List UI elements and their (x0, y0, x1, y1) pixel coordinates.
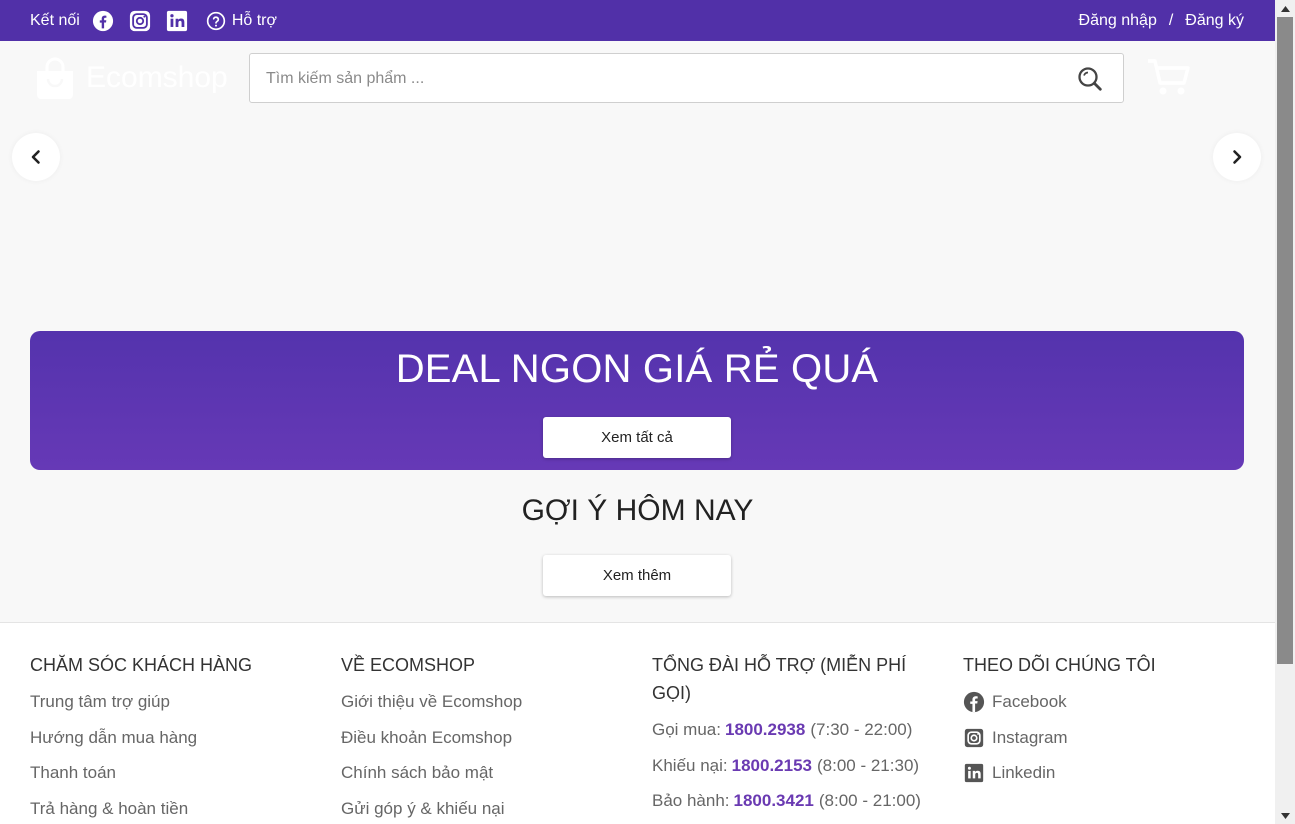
top-bar-left: Kết nối Hỗ trợ (30, 0, 277, 41)
footer-column-title: TỔNG ĐÀI HỖ TRỢ (MIỄN PHÍ GỌI) (652, 655, 907, 703)
follow-facebook-label[interactable]: Facebook (992, 690, 1067, 714)
logo-text: Ecomshop (86, 61, 228, 94)
follow-linkedin-label[interactable]: Linkedin (992, 761, 1055, 785)
footer-column-title: THEO DÕI CHÚNG TÔI (963, 655, 1156, 675)
help-label: Hỗ trợ (231, 11, 277, 29)
search-input[interactable] (266, 67, 1046, 91)
suggest-title: GỢI Ý HÔM NAY (521, 494, 754, 527)
linkedin-icon (963, 762, 985, 784)
footer-link-about[interactable]: Giới thiệu về Ecomshop (341, 692, 522, 711)
page-scrollbar[interactable] (1275, 0, 1295, 824)
connect-label: Kết nối (30, 11, 80, 29)
follow-linkedin[interactable]: Linkedin (963, 761, 1156, 797)
login-link[interactable]: Đăng nhập (1079, 12, 1157, 30)
register-link[interactable]: Đăng ký (1185, 12, 1244, 30)
footer-link-privacy[interactable]: Chính sách bảo mật (341, 763, 493, 782)
banner-carousel (0, 121, 1275, 311)
scroll-down-button[interactable] (1275, 807, 1295, 824)
header: Ecomshop (0, 41, 1275, 121)
scrollbar-thumb[interactable] (1277, 17, 1293, 664)
help-circle-icon (206, 11, 225, 30)
hotline-number[interactable]: 1800.2938 (725, 720, 805, 739)
hotline-number[interactable]: 1800.3421 (734, 791, 814, 810)
follow-facebook[interactable]: Facebook (963, 690, 1156, 726)
top-bar: Kết nối Hỗ trợ Đăng nhập / Đăng ký (0, 0, 1275, 41)
footer-column-title: CHĂM SÓC KHÁCH HÀNG (30, 655, 253, 675)
footer-column-title: VỀ ECOMSHOP (341, 655, 476, 675)
hotline-row: Gọi mua: 1800.2938 (7:30 - 22:00) (652, 720, 913, 739)
triangle-up-icon (1280, 5, 1290, 12)
deal-section: DEAL NGON GIÁ RẺ QUÁ Xem tất cả (30, 331, 1244, 470)
page: Kết nối Hỗ trợ Đăng nhập / Đăng ký Ecoms… (0, 0, 1275, 824)
instagram-icon (963, 727, 985, 749)
footer-about: VỀ ECOMSHOP Giới thiệu về Ecomshop Điều … (341, 651, 522, 824)
chevron-left-icon (31, 150, 40, 164)
facebook-icon (963, 691, 985, 713)
auth-separator: / (1168, 11, 1174, 29)
follow-instagram-label[interactable]: Instagram (992, 726, 1068, 750)
scroll-up-button[interactable] (1275, 0, 1295, 17)
logo[interactable]: Ecomshop (35, 57, 228, 99)
shopping-bag-icon (37, 57, 73, 99)
footer-link-payment[interactable]: Thanh toán (30, 763, 116, 782)
search-icon (1078, 67, 1102, 91)
search-button[interactable] (1077, 66, 1103, 92)
hotline-row: Khiếu nại: 1800.2153 (8:00 - 21:30) (652, 755, 920, 775)
carousel-prev-button[interactable] (12, 133, 60, 181)
view-all-button[interactable]: Xem tất cả (543, 417, 731, 458)
hotline-number[interactable]: 1800.2153 (732, 756, 812, 775)
help-link[interactable]: Hỗ trợ (206, 11, 277, 31)
footer: CHĂM SÓC KHÁCH HÀNG Trung tâm trợ giúp H… (0, 622, 1275, 824)
footer-link-buying-guide[interactable]: Hướng dẫn mua hàng (30, 728, 197, 747)
top-bar-right: Đăng nhập / Đăng ký (1079, 0, 1244, 41)
footer-link-terms[interactable]: Điều khoản Ecomshop (341, 728, 512, 747)
chevron-right-icon (1233, 150, 1242, 164)
instagram-icon[interactable] (129, 10, 151, 32)
facebook-icon[interactable] (92, 10, 114, 32)
hotline-row: Bảo hành: 1800.3421 (8:00 - 21:00) (652, 791, 921, 810)
footer-link-feedback[interactable]: Gửi góp ý & khiếu nại (341, 799, 505, 818)
footer-follow: THEO DÕI CHÚNG TÔI Facebook Instagram Li… (963, 651, 1156, 797)
footer-link-help-center[interactable]: Trung tâm trợ giúp (30, 692, 170, 711)
triangle-down-icon (1280, 812, 1290, 819)
search-box (249, 53, 1124, 103)
cart-icon[interactable] (1146, 57, 1192, 99)
follow-instagram[interactable]: Instagram (963, 726, 1156, 762)
linkedin-icon[interactable] (166, 10, 188, 32)
footer-link-returns[interactable]: Trả hàng & hoàn tiền (30, 799, 188, 818)
footer-customer-care: CHĂM SÓC KHÁCH HÀNG Trung tâm trợ giúp H… (30, 651, 252, 824)
view-more-button[interactable]: Xem thêm (543, 555, 731, 596)
footer-hotline: TỔNG ĐÀI HỖ TRỢ (MIỄN PHÍ GỌI) Gọi mua: 1… (652, 651, 922, 824)
deal-title: DEAL NGON GIÁ RẺ QUÁ (395, 347, 879, 391)
carousel-next-button[interactable] (1213, 133, 1261, 181)
